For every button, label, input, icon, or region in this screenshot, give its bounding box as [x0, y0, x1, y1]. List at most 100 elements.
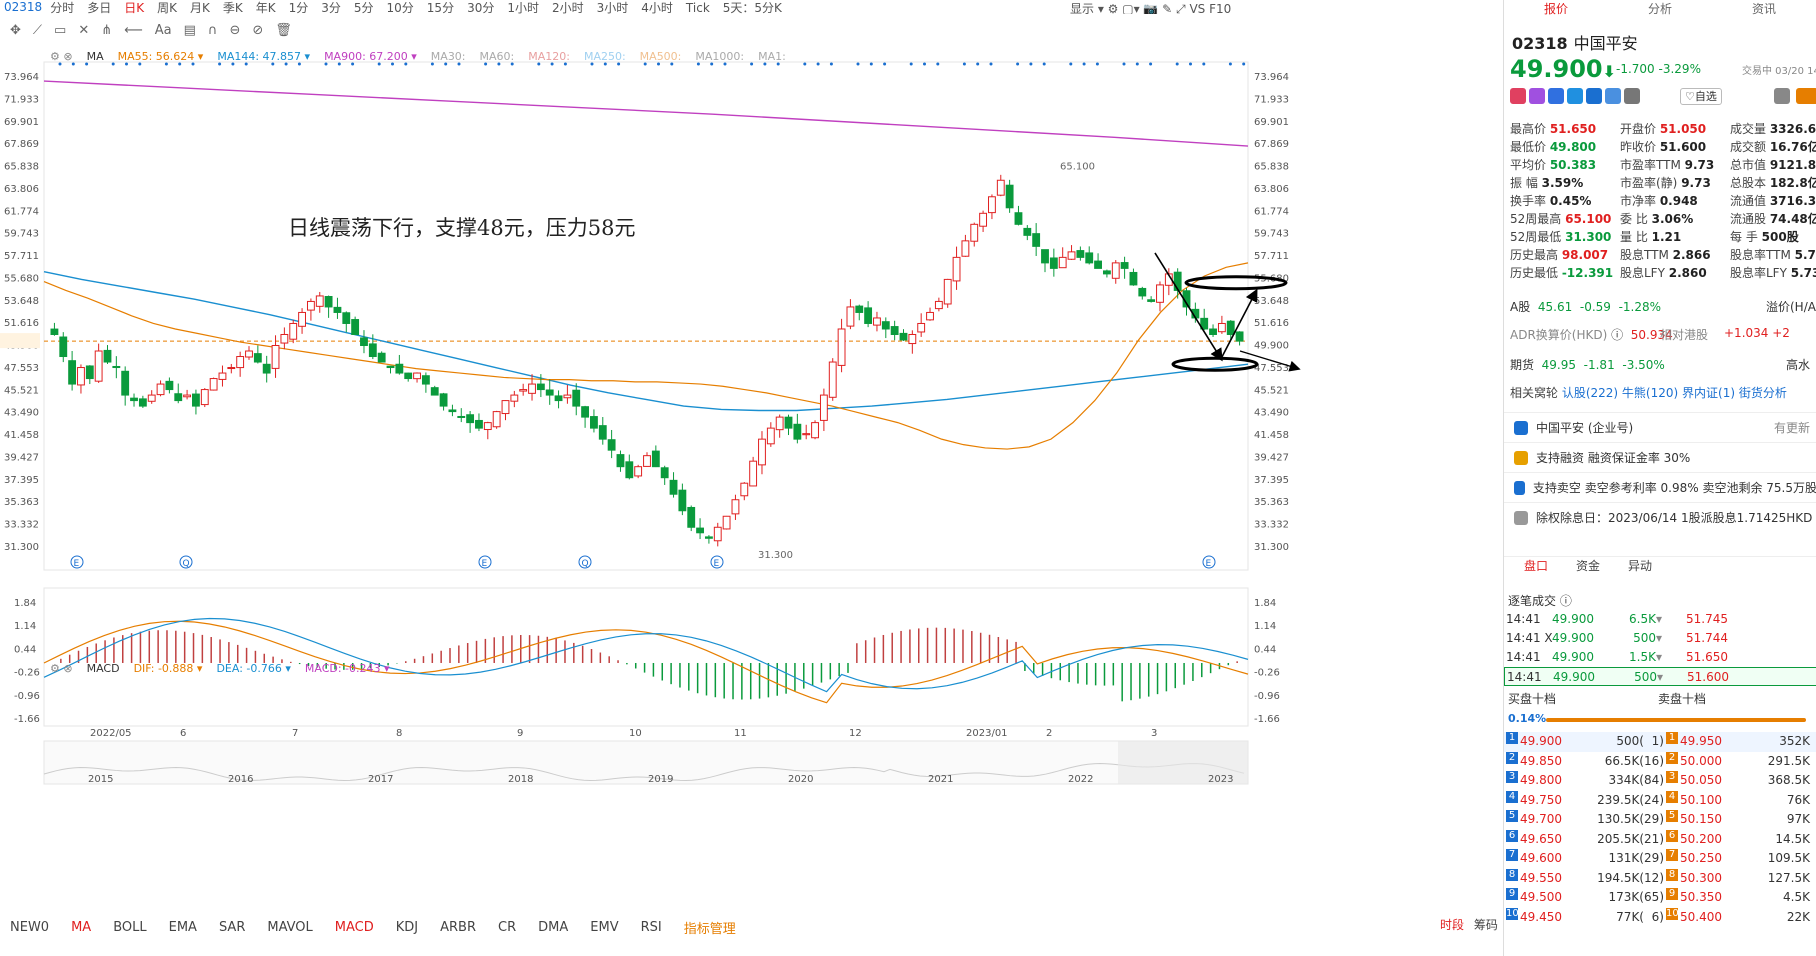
book-row[interactable]: 6 49.650 205.5K(21) 6 50.200 14.5K	[1504, 829, 1816, 850]
period-10[interactable]: 10分	[387, 1, 414, 15]
tab-analysis[interactable]: 分析	[1608, 0, 1712, 16]
related-link[interactable]: 牛熊(120)	[1622, 386, 1682, 400]
ah-icon[interactable]	[1529, 88, 1545, 104]
related-link[interactable]: 街货分析	[1739, 386, 1787, 400]
display-menu[interactable]: 显示 ▾ ⚙ ▢▾ 📷 ✎ ⤢ VS F10	[1070, 0, 1231, 14]
macd-settings-icon[interactable]: ⚙ ⊗	[50, 662, 73, 675]
period-8[interactable]: 3分	[321, 1, 341, 15]
ma-legend-item[interactable]: MA1000:	[695, 50, 744, 63]
period-15[interactable]: 3小时	[597, 1, 629, 15]
indicator-tab-arbr[interactable]: ARBR	[440, 920, 476, 935]
indicator-tab-kdj[interactable]: KDJ	[396, 920, 418, 935]
a-share-row[interactable]: A股 45.61 -0.59 -1.28% 溢价(H/A)	[1510, 298, 1816, 315]
ma-legend-item[interactable]: MA500:	[640, 50, 682, 63]
book-row[interactable]: 1 49.900 500(1) 1 49.950 352K	[1504, 732, 1816, 752]
macd-legend-item[interactable]: DEA: -0.766 ▾	[216, 662, 290, 675]
book-row[interactable]: 2 49.850 66.5K(16) 2 50.000 291.5K	[1504, 751, 1816, 772]
crosshair-icon[interactable]: ✥	[10, 23, 21, 38]
quick-trade-icon[interactable]	[1796, 88, 1816, 104]
channel-tool-icon[interactable]: ⋔	[101, 23, 112, 38]
chart-canvas[interactable]: 73.964 73.964 71.933 71.933 69.901 69.901 67.8…	[0, 46, 1500, 916]
chips-button[interactable]: 筹码	[1474, 918, 1498, 932]
doc-icon[interactable]	[1624, 88, 1640, 104]
hk-connect-icon[interactable]	[1510, 88, 1526, 104]
period-7[interactable]: 1分	[289, 1, 309, 15]
ma-legend-item[interactable]: MA	[87, 50, 104, 63]
macd-legend-item[interactable]: MACD	[87, 662, 120, 675]
indicator-tab-ma[interactable]: MA	[71, 920, 91, 935]
ma-legend-item[interactable]: MA55: 56.624 ▾	[118, 50, 204, 63]
magnet-icon[interactable]: ∩	[208, 23, 218, 38]
book-row[interactable]: 5 49.700 130.5K(29) 5 50.150 97K	[1504, 810, 1816, 830]
book-row[interactable]: 3 49.800 334K(84) 3 50.050 368.5K	[1504, 771, 1816, 791]
adr-row[interactable]: ADR换算价(HKD) ⓘ 50.934 相对港股 +1.034 +2	[1510, 326, 1816, 343]
tab-quote[interactable]: 报价	[1504, 0, 1608, 16]
hide-icon[interactable]: ⊘	[252, 23, 263, 38]
comment-tool-icon[interactable]: ▤	[184, 23, 196, 38]
tab-orderbook[interactable]: 盘口	[1524, 557, 1548, 578]
margin-icon[interactable]	[1548, 88, 1564, 104]
period-1[interactable]: 多日	[87, 1, 111, 15]
period-17[interactable]: Tick	[686, 1, 710, 15]
indicator-tab-new0[interactable]: NEW0	[10, 920, 49, 935]
ma-legend-item[interactable]: MA144: 47.857 ▾	[217, 50, 310, 63]
ma-legend-item[interactable]: MA250:	[584, 50, 626, 63]
macd-legend-item[interactable]: MACD: -0.243 ▾	[305, 662, 390, 675]
rect-tool-icon[interactable]: ▭	[54, 23, 66, 38]
period-2[interactable]: 日K	[124, 1, 144, 15]
book-row[interactable]: 4 49.750 239.5K(24) 4 50.100 76K	[1504, 790, 1816, 811]
book-row[interactable]: 9 49.500 173K(65) 9 50.350 4.5K	[1504, 888, 1816, 908]
indicator-tab-ema[interactable]: EMA	[169, 920, 197, 935]
indicator-tab-sar[interactable]: SAR	[219, 920, 245, 935]
info-item[interactable]: 除权除息日：2023/06/14 1股派股息1.71425HKD	[1504, 502, 1816, 532]
indicator-tab-cr[interactable]: CR	[498, 920, 516, 935]
ma-legend-item[interactable]: MA900: 67.200 ▾	[324, 50, 417, 63]
indicator-tab-emv[interactable]: EMV	[590, 920, 618, 935]
indicator-tab-rsi[interactable]: RSI	[641, 920, 662, 935]
info-item[interactable]: 中国平安 (企业号) 有更新	[1504, 412, 1816, 442]
period-0[interactable]: 分时	[50, 1, 74, 15]
indicator-manage-button[interactable]: 指标管理	[684, 918, 736, 937]
related-link[interactable]: 界内证(1)	[1682, 386, 1739, 400]
arrow-tool-icon[interactable]: ⟵	[124, 23, 143, 38]
period-14[interactable]: 2小时	[552, 1, 584, 15]
tab-alerts[interactable]: 异动	[1628, 557, 1652, 578]
ma-legend-item[interactable]: MA1:	[758, 50, 786, 63]
period-3[interactable]: 周K	[157, 1, 177, 15]
short-icon[interactable]	[1567, 88, 1583, 104]
related-link[interactable]: 认股(222)	[1562, 386, 1622, 400]
tag-icon[interactable]	[1605, 88, 1621, 104]
period-5[interactable]: 季K	[223, 1, 243, 15]
ma-legend-item[interactable]: MA30:	[431, 50, 466, 63]
lock-icon[interactable]: ⊖	[229, 23, 240, 38]
related-link[interactable]: 相关窝轮	[1510, 386, 1562, 400]
period-6[interactable]: 年K	[256, 1, 276, 15]
book-row[interactable]: 8 49.550 194.5K(12) 8 50.300 127.5K	[1504, 868, 1816, 889]
indicator-tab-boll[interactable]: BOLL	[113, 920, 146, 935]
tab-funds[interactable]: 资金	[1576, 557, 1600, 578]
macd-legend-item[interactable]: DIF: -0.888 ▾	[134, 662, 203, 675]
period-16[interactable]: 4小时	[641, 1, 673, 15]
ma-legend-item[interactable]: MA60:	[480, 50, 515, 63]
tab-news[interactable]: 资讯	[1712, 0, 1816, 16]
period-18[interactable]: 5天：5分K	[723, 1, 782, 15]
period-11[interactable]: 15分	[427, 1, 454, 15]
info-item[interactable]: 支持融资 融资保证金率 30%	[1504, 442, 1816, 472]
indicator-tab-dma[interactable]: DMA	[538, 920, 568, 935]
fib-tool-icon[interactable]: ✕	[78, 23, 89, 38]
period-12[interactable]: 30分	[467, 1, 494, 15]
text-tool-icon[interactable]: Aa	[155, 23, 172, 38]
futures-row[interactable]: 期货 49.95 -1.81 -3.50% 高水	[1510, 356, 1816, 373]
period-9[interactable]: 5分	[354, 1, 374, 15]
related-warrants-row[interactable]: 相关窝轮 认股(222) 牛熊(120) 界内证(1) 街货分析	[1510, 384, 1816, 401]
time-range-button[interactable]: 时段	[1440, 918, 1464, 932]
info-item[interactable]: 支持卖空 卖空参考利率 0.98% 卖空池剩余 75.5万股	[1504, 472, 1816, 502]
indicator-tab-mavol[interactable]: MAVOL	[267, 920, 312, 935]
delete-icon[interactable]: 🗑	[275, 23, 292, 38]
warrant-icon[interactable]	[1586, 88, 1602, 104]
indicator-tab-macd[interactable]: MACD	[335, 920, 374, 935]
ma-legend-item[interactable]: MA120:	[528, 50, 570, 63]
kline-chart[interactable]: 73.964 73.964 71.933 71.933 69.901 69.901 67.8…	[0, 46, 1500, 816]
add-watchlist-button[interactable]: ♡自选	[1680, 88, 1722, 105]
period-4[interactable]: 月K	[190, 1, 210, 15]
